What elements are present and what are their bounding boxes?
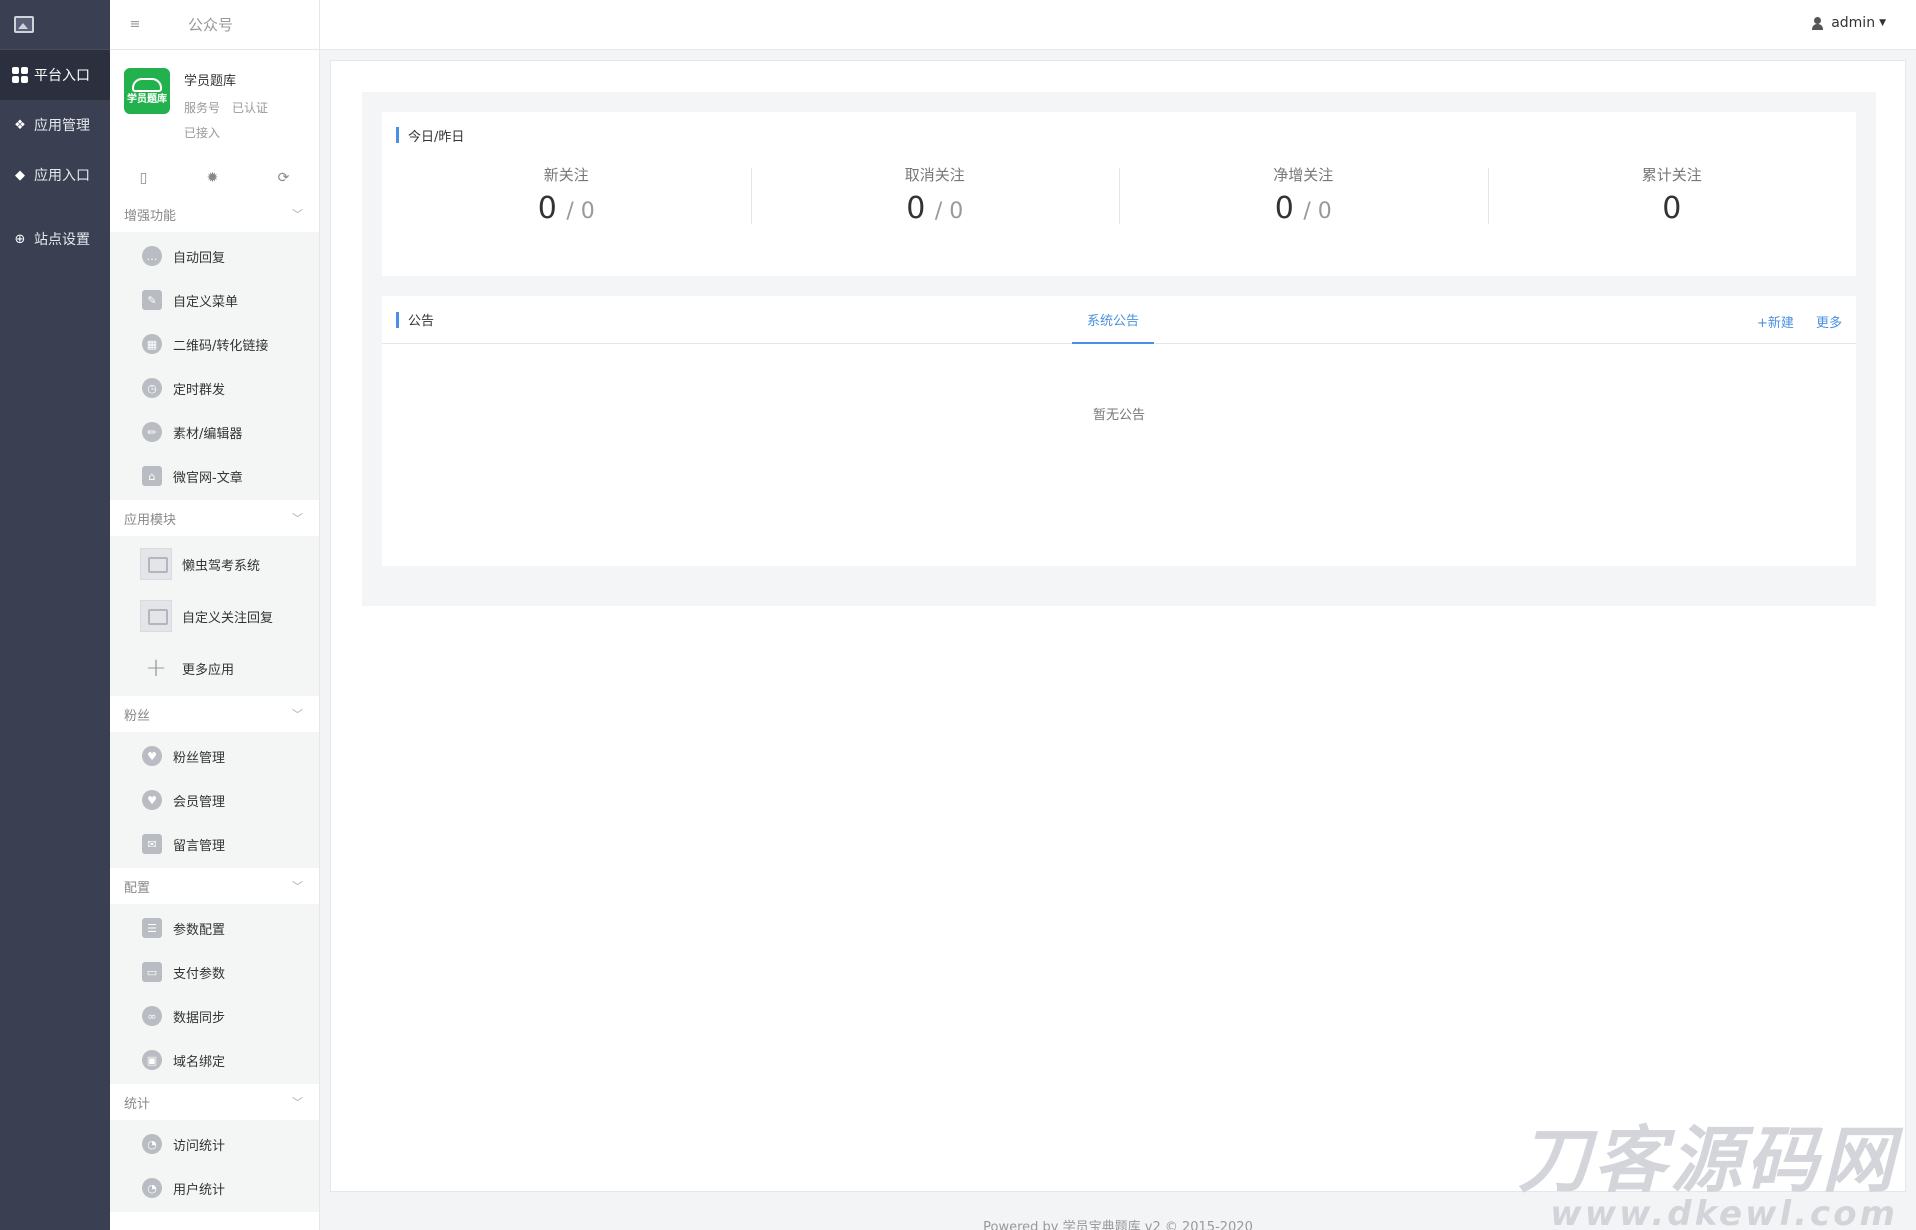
menu-toggle-icon[interactable]: ≡ <box>110 17 160 32</box>
notice-card: 公告 系统公告 +新建 更多 暂无公告 <box>382 296 1856 566</box>
section-modules[interactable]: 应用模块 ﹀ <box>110 500 319 536</box>
nav-item-payment[interactable]: ▭ 支付参数 <box>110 950 319 994</box>
chevron-down-icon: ﹀ <box>292 512 303 525</box>
cubes-icon: ❖ <box>14 117 26 133</box>
username: admin <box>1831 15 1876 31</box>
cube-icon: ◆ <box>15 167 25 183</box>
nav-item-data-sync[interactable]: ∞ 数据同步 <box>110 994 319 1038</box>
more-notice-link[interactable]: 更多 <box>1816 316 1842 331</box>
image-icon <box>14 16 34 33</box>
pie-chart-icon: ◔ <box>142 1134 162 1154</box>
account-connected: 已接入 <box>184 126 221 140</box>
nav-item-params[interactable]: ☰ 参数配置 <box>110 906 319 950</box>
account-type: 服务号 <box>184 101 221 115</box>
rail-item-label: 站点设置 <box>34 232 90 248</box>
notice-empty-text: 暂无公告 <box>1092 408 1145 423</box>
stats-card: 今日/昨日 新关注 0 / 0 取消关注 0 / 0 净增关注 0 / 0 累计… <box>382 112 1856 276</box>
nav-item-microsite[interactable]: ⌂ 微官网-文章 <box>110 454 319 498</box>
image-placeholder-icon <box>140 600 172 632</box>
rail-item-app-entry[interactable]: ◆ 应用入口 <box>0 150 110 200</box>
user-menu[interactable]: admin ▼ <box>1812 15 1886 31</box>
top-bar: admin ▼ <box>320 0 1916 50</box>
nav-item-fans[interactable]: ♥ 粉丝管理 <box>110 734 319 778</box>
rail-item-label: 应用入口 <box>34 168 90 184</box>
account-card: 学员题库 学员题库 服务号 已认证 已接入 <box>110 50 319 160</box>
nav-item-visit-stats[interactable]: ◔ 访问统计 <box>110 1122 319 1166</box>
nav-item-material-editor[interactable]: ✏ 素材/编辑器 <box>110 410 319 454</box>
nav-item-messages[interactable]: ✉ 留言管理 <box>110 822 319 866</box>
link-icon: ∞ <box>142 1006 162 1026</box>
pie-chart-icon: ◔ <box>142 1178 162 1198</box>
module-item-driving-exam[interactable]: 懒虫驾考系统 <box>110 538 319 590</box>
nav-item-user-stats[interactable]: ◔ 用户统计 <box>110 1166 319 1210</box>
section-fans[interactable]: 粉丝 ﹀ <box>110 696 319 732</box>
list-icon: ☰ <box>142 918 162 938</box>
module-item-more-apps[interactable]: + 更多应用 <box>110 642 319 694</box>
watermark: 刀客源码网 www.dkewl.com <box>1517 1118 1898 1230</box>
user-icon <box>1812 16 1824 30</box>
monitor-icon: ▣ <box>142 1050 162 1070</box>
section-enhance[interactable]: 增强功能 ﹀ <box>110 196 319 232</box>
tab-system-notice[interactable]: 系统公告 <box>1072 296 1154 344</box>
grid-icon <box>12 67 28 83</box>
refresh-icon[interactable]: ⟳ <box>278 170 290 186</box>
section-config[interactable]: 配置 ﹀ <box>110 868 319 904</box>
account-name: 学员题库 <box>184 74 237 89</box>
notice-title: 公告 <box>408 314 435 329</box>
account-logo: 学员题库 <box>124 68 170 114</box>
rail-item-label: 平台入口 <box>34 68 90 84</box>
main-content: 今日/昨日 新关注 0 / 0 取消关注 0 / 0 净增关注 0 / 0 累计… <box>330 60 1906 1192</box>
heart-icon: ♥ <box>142 790 162 810</box>
main-nav-rail: 平台入口 ❖ 应用管理 ◆ 应用入口 ⊕ 站点设置 <box>0 0 110 1230</box>
nav-item-custom-menu[interactable]: ✎ 自定义菜单 <box>110 278 319 322</box>
stat-unfollow: 取消关注 0 / 0 <box>750 164 1120 226</box>
rail-item-app-management[interactable]: ❖ 应用管理 <box>0 100 110 150</box>
stats-title: 今日/昨日 <box>408 129 465 145</box>
wallet-icon: ▭ <box>142 962 162 982</box>
home-icon: ⌂ <box>142 466 162 486</box>
chevron-down-icon: ﹀ <box>292 708 303 721</box>
rail-item-platform[interactable]: 平台入口 <box>0 50 110 100</box>
image-placeholder-icon <box>140 548 172 580</box>
new-notice-link[interactable]: +新建 <box>1757 316 1794 331</box>
envelope-icon: ✉ <box>142 834 162 854</box>
site-logo[interactable] <box>0 0 110 50</box>
pencil-icon: ✏ <box>142 422 162 442</box>
stat-total-follow: 累计关注 0 <box>1487 164 1857 226</box>
globe-icon: ⊕ <box>14 231 26 247</box>
account-verified: 已认证 <box>232 101 269 115</box>
stat-new-follow: 新关注 0 / 0 <box>537 166 595 226</box>
document-edit-icon: ✎ <box>142 290 162 310</box>
plus-icon: + <box>145 653 167 683</box>
chevron-down-icon: ﹀ <box>292 880 303 893</box>
chevron-down-icon: ﹀ <box>292 208 303 221</box>
nav-item-auto-reply[interactable]: … 自动回复 <box>110 234 319 278</box>
gear-icon[interactable]: ✹ <box>207 170 219 186</box>
clock-user-icon: ◷ <box>142 378 162 398</box>
qrcode-icon: ▦ <box>142 334 162 354</box>
chat-icon: … <box>142 246 162 266</box>
mobile-icon[interactable]: ▯ <box>140 170 148 186</box>
stat-net-follow: 净增关注 0 / 0 <box>1119 164 1488 226</box>
nav-item-domain-binding[interactable]: ▣ 域名绑定 <box>110 1038 319 1082</box>
module-item-follow-reply[interactable]: 自定义关注回复 <box>110 590 319 642</box>
rail-item-label: 应用管理 <box>34 118 90 134</box>
rail-item-site-settings[interactable]: ⊕ 站点设置 <box>0 214 110 264</box>
account-sidebar: ≡ 公众号 学员题库 学员题库 服务号 已认证 已接入 ▯ ✹ ⟳ 增强功能 ﹀ …… <box>110 0 320 1230</box>
caret-down-icon: ▼ <box>1879 18 1886 28</box>
section-stats[interactable]: 统计 ﹀ <box>110 1084 319 1120</box>
nav-item-scheduled-send[interactable]: ◷ 定时群发 <box>110 366 319 410</box>
sidebar-title: 公众号 <box>188 16 234 34</box>
chevron-down-icon: ﹀ <box>292 1096 303 1109</box>
heart-icon: ♥ <box>142 746 162 766</box>
nav-item-qrcode[interactable]: ▦ 二维码/转化链接 <box>110 322 319 366</box>
nav-item-members[interactable]: ♥ 会员管理 <box>110 778 319 822</box>
